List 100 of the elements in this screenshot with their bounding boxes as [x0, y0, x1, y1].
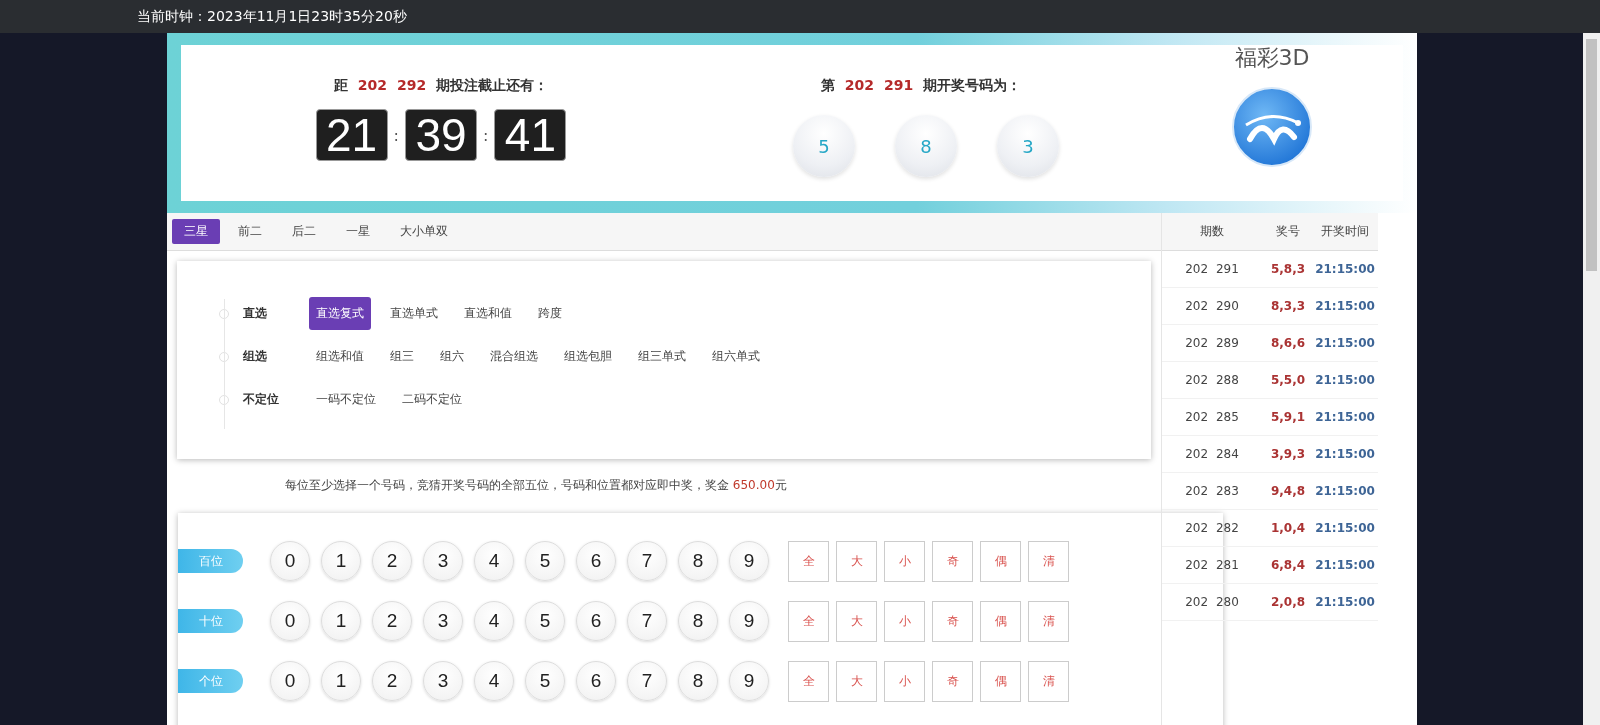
table-cell: 21:15:00 [1314, 336, 1376, 350]
quick-pick-button[interactable]: 清 [1028, 540, 1069, 582]
number-ball[interactable]: 1 [321, 661, 361, 701]
number-ball[interactable]: 5 [525, 541, 565, 581]
table-cell-text: 202 283 [1184, 484, 1240, 498]
table-cell-text: 8,3,3 [1269, 299, 1307, 313]
quick-pick-button[interactable]: 大 [836, 540, 877, 582]
number-ball[interactable]: 7 [627, 541, 667, 581]
play-option[interactable]: 直选单式 [383, 297, 445, 330]
play-option[interactable]: 组六 [433, 340, 471, 373]
play-tab[interactable]: 大小单双 [388, 219, 460, 244]
number-ball[interactable]: 3 [423, 601, 463, 641]
number-ball[interactable]: 6 [576, 601, 616, 641]
quick-pick-button[interactable]: 偶 [980, 540, 1021, 582]
issue-number: 202 [357, 77, 387, 95]
number-ball[interactable]: 1 [321, 541, 361, 581]
table-cell-text: 202 288 [1184, 373, 1240, 387]
result-ball: 5 [793, 115, 855, 177]
play-option[interactable]: 组六单式 [705, 340, 767, 373]
position-label: 个位 [178, 669, 243, 693]
play-tab[interactable]: 前二 [226, 219, 274, 244]
play-tab[interactable]: 一星 [334, 219, 382, 244]
number-ball[interactable]: 1 [321, 601, 361, 641]
quick-pick-button[interactable]: 偶 [980, 660, 1021, 702]
table-cell: 21:15:00 [1314, 484, 1376, 498]
quick-pick-button[interactable]: 小 [884, 540, 925, 582]
number-ball[interactable]: 5 [525, 601, 565, 641]
number-ball[interactable]: 0 [270, 661, 310, 701]
label-text: 距 [333, 77, 348, 95]
table-cell-text: 5,8,3 [1269, 262, 1307, 276]
table-cell: 21:15:00 [1314, 558, 1376, 572]
quick-pick-button[interactable]: 小 [884, 600, 925, 642]
quick-pick-button[interactable]: 全 [788, 600, 829, 642]
play-option[interactable]: 一码不定位 [309, 383, 383, 416]
play-option[interactable]: 组三 [383, 340, 421, 373]
table-cell-text: 202 291 [1184, 262, 1240, 276]
quick-pick-button[interactable]: 全 [788, 540, 829, 582]
play-tab[interactable]: 三星 [172, 219, 220, 244]
number-ball[interactable]: 0 [270, 601, 310, 641]
table-cell-text: 8,6,6 [1269, 336, 1307, 350]
position-label: 百位 [178, 549, 243, 573]
table-cell: 21:15:00 [1314, 447, 1376, 461]
quick-pick-button[interactable]: 偶 [980, 600, 1021, 642]
play-tab[interactable]: 后二 [280, 219, 328, 244]
quick-pick-button[interactable]: 清 [1028, 600, 1069, 642]
number-ball[interactable]: 3 [423, 541, 463, 581]
number-ball[interactable]: 2 [372, 601, 412, 641]
issue-number: 202 [844, 77, 874, 95]
number-ball[interactable]: 9 [729, 661, 769, 701]
number-ball[interactable]: 8 [678, 661, 718, 701]
number-ball[interactable]: 6 [576, 541, 616, 581]
number-ball[interactable]: 6 [576, 661, 616, 701]
number-ball[interactable]: 4 [474, 601, 514, 641]
play-option[interactable]: 混合组选 [483, 340, 545, 373]
number-ball[interactable]: 7 [627, 661, 667, 701]
table-cell: 21:15:00 [1314, 299, 1376, 313]
play-option[interactable]: 组三单式 [631, 340, 693, 373]
number-ball[interactable]: 4 [474, 661, 514, 701]
table-cell-text: 5,5,0 [1269, 373, 1307, 387]
column-header: 奖号 [1275, 223, 1301, 240]
quick-pick-button[interactable]: 全 [788, 660, 829, 702]
number-ball[interactable]: 3 [423, 661, 463, 701]
number-ball[interactable]: 2 [372, 541, 412, 581]
countdown-digits: 39 [405, 109, 477, 161]
quick-pick-button[interactable]: 大 [836, 660, 877, 702]
number-ball[interactable]: 2 [372, 661, 412, 701]
table-cell-text: 6,8,4 [1269, 558, 1307, 572]
quick-pick-button[interactable]: 小 [884, 660, 925, 702]
quick-pick-button[interactable]: 清 [1028, 660, 1069, 702]
issue-number: 291 [884, 77, 914, 95]
number-ball[interactable]: 9 [729, 601, 769, 641]
number-ball[interactable]: 8 [678, 541, 718, 581]
number-ball[interactable]: 0 [270, 541, 310, 581]
column-header: 开奖时间 [1320, 223, 1370, 240]
countdown-digits: 21 [315, 109, 388, 161]
result-ball: 3 [997, 115, 1059, 177]
label-text: 第 [820, 77, 835, 95]
number-ball[interactable]: 5 [525, 661, 565, 701]
quick-pick-button[interactable]: 奇 [932, 660, 973, 702]
play-option[interactable]: 跨度 [531, 297, 569, 330]
play-option[interactable]: 组选包胆 [557, 340, 619, 373]
hint-text: 每位至少选择一个号码，竞猜开奖号码的全部五位，号码和位置都对应即中奖，奖金 650.00元 [284, 477, 788, 494]
play-option[interactable]: 组选和值 [309, 340, 371, 373]
table-cell-text: 9,4,8 [1269, 484, 1307, 498]
table-cell-text: 2,0,8 [1269, 595, 1307, 609]
table-cell-text: 1,0,4 [1269, 521, 1307, 535]
scrollbar-thumb[interactable] [1586, 39, 1597, 271]
quick-pick-button[interactable]: 大 [836, 600, 877, 642]
play-option[interactable]: 直选和值 [457, 297, 519, 330]
number-ball[interactable]: 7 [627, 601, 667, 641]
number-ball[interactable]: 4 [474, 541, 514, 581]
quick-pick-button[interactable]: 奇 [932, 540, 973, 582]
countdown-digits: 41 [494, 109, 567, 161]
play-option[interactable]: 二码不定位 [395, 383, 469, 416]
number-ball[interactable]: 8 [678, 601, 718, 641]
table-cell-text: 202 289 [1184, 336, 1240, 350]
play-option[interactable]: 直选复式 [309, 297, 371, 330]
number-ball[interactable]: 9 [729, 541, 769, 581]
brand-title: 福彩3D [1234, 44, 1310, 72]
quick-pick-button[interactable]: 奇 [932, 600, 973, 642]
